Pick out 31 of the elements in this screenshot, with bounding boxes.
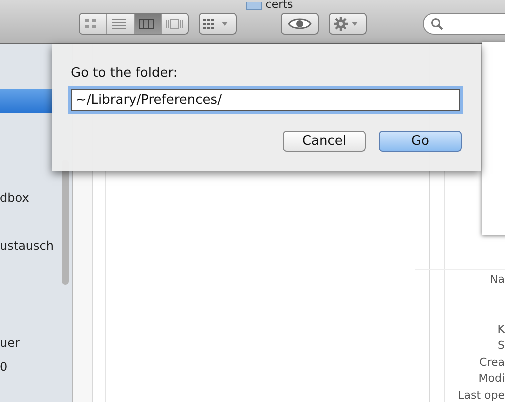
view-mode-control[interactable] bbox=[79, 13, 189, 35]
info-label: K bbox=[496, 322, 505, 338]
dialog-prompt: Go to the folder: bbox=[71, 66, 179, 82]
path-field[interactable]: ~/Library/Preferences/ bbox=[71, 89, 460, 111]
folder-icon bbox=[246, 2, 262, 10]
arrange-button[interactable] bbox=[199, 13, 237, 35]
view-button[interactable] bbox=[160, 14, 188, 34]
cover-flow-icon bbox=[166, 19, 184, 29]
sidebar-item[interactable]: uer bbox=[0, 330, 54, 356]
view-button[interactable] bbox=[106, 14, 134, 34]
window-title: certs bbox=[266, 0, 294, 10]
search-icon bbox=[431, 18, 443, 30]
columns-icon bbox=[139, 19, 156, 29]
sidebar-item[interactable]: 0 bbox=[0, 355, 54, 380]
view-button[interactable] bbox=[80, 14, 106, 34]
info-label: Na bbox=[489, 272, 505, 288]
info-label: Modi bbox=[478, 371, 505, 387]
sidebar-item[interactable]: ustausch bbox=[0, 234, 54, 258]
action-button[interactable] bbox=[329, 13, 367, 35]
search-field[interactable] bbox=[423, 13, 505, 35]
cancel-button[interactable]: Cancel bbox=[283, 131, 366, 152]
go-button[interactable]: Go bbox=[379, 131, 462, 152]
eye-icon bbox=[288, 18, 312, 30]
sidebar-item[interactable]: dbox bbox=[0, 186, 54, 210]
info-label: Last ope bbox=[457, 388, 505, 402]
info-label: S bbox=[497, 338, 505, 354]
info-label: Crea bbox=[478, 354, 505, 370]
list-icon bbox=[112, 19, 129, 29]
sidebar-item[interactable] bbox=[0, 89, 54, 114]
quick-look-button[interactable] bbox=[281, 13, 319, 35]
view-button[interactable] bbox=[134, 14, 161, 34]
